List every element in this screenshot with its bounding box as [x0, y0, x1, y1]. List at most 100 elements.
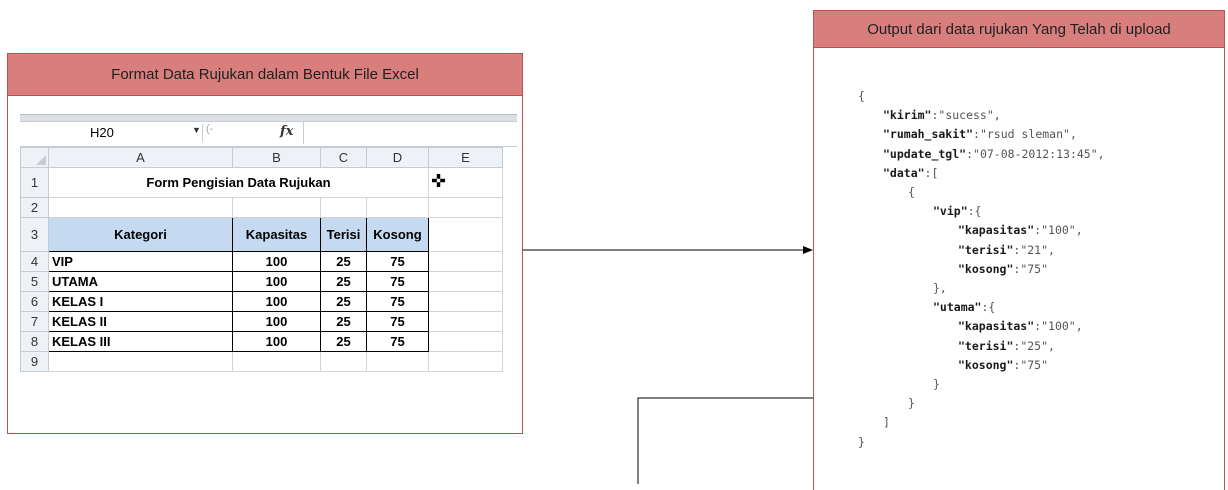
row-header[interactable]: 7	[20, 311, 49, 332]
kategori-cell[interactable]: KELAS II	[48, 311, 233, 332]
json-value: {	[908, 185, 915, 200]
chevron-down-icon[interactable]: ▼	[192, 125, 201, 135]
json-value: }	[908, 396, 915, 411]
cell[interactable]	[320, 197, 367, 218]
column-header[interactable]: C	[320, 147, 367, 168]
cell[interactable]	[320, 351, 367, 372]
table-row: 4 VIP 100 25 75	[20, 251, 503, 272]
kategori-cell[interactable]: UTAMA	[48, 271, 233, 292]
cell[interactable]	[428, 291, 503, 312]
cell[interactable]	[428, 331, 503, 352]
function-icon[interactable]: fx	[280, 124, 293, 139]
name-box-value: H20	[90, 125, 114, 140]
code-line: ]	[858, 413, 1105, 432]
kosong-cell[interactable]: 75	[366, 311, 429, 332]
kapasitas-cell[interactable]: 100	[232, 311, 321, 332]
cell[interactable]	[48, 351, 233, 372]
kapasitas-cell[interactable]: 100	[232, 251, 321, 272]
json-value: :"100",	[1034, 319, 1083, 334]
json-key: "rumah_sakit"	[883, 127, 974, 142]
code-line: "vip":{	[858, 202, 1105, 221]
cell[interactable]	[366, 197, 429, 218]
code-line: "kosong":"75"	[858, 260, 1105, 279]
row-header[interactable]: 1	[20, 167, 49, 198]
json-key: "kapasitas"	[958, 223, 1035, 238]
row-header[interactable]: 4	[20, 251, 49, 272]
cell[interactable]	[428, 197, 503, 218]
header-kosong[interactable]: Kosong	[366, 217, 429, 252]
header-terisi[interactable]: Terisi	[320, 217, 367, 252]
row-header[interactable]: 2	[20, 197, 49, 218]
column-header[interactable]: E	[428, 147, 503, 168]
json-value: :"07-08-2012:13:45",	[966, 146, 1105, 161]
code-line: "kosong":"75"	[858, 356, 1105, 375]
cell[interactable]	[428, 311, 503, 332]
row-header[interactable]: 9	[20, 351, 49, 372]
json-output: {"kirim":"sucess", "rumah_sakit":"rsud sl…	[858, 87, 1105, 452]
json-key: "utama"	[933, 300, 982, 315]
code-line: "terisi":"25",	[858, 337, 1105, 356]
kosong-cell[interactable]: 75	[366, 291, 429, 312]
json-key: "data"	[883, 165, 925, 180]
terisi-cell[interactable]: 25	[320, 331, 367, 352]
kapasitas-cell[interactable]: 100	[232, 291, 321, 312]
json-key: "kirim"	[883, 108, 932, 123]
code-line: "kapasitas":"100",	[858, 317, 1105, 336]
cell[interactable]	[428, 351, 503, 372]
kosong-cell[interactable]: 75	[366, 331, 429, 352]
cell[interactable]	[428, 217, 503, 252]
code-line: "utama":{	[858, 298, 1105, 317]
header-kategori[interactable]: Kategori	[48, 217, 233, 252]
header-kapasitas[interactable]: Kapasitas	[232, 217, 321, 252]
code-line: "kapasitas":"100",	[858, 221, 1105, 240]
json-key: "update_tgl"	[883, 146, 967, 161]
json-value: ]	[883, 415, 890, 430]
table-row: 2	[20, 197, 503, 218]
cell[interactable]	[232, 351, 321, 372]
terisi-cell[interactable]: 25	[320, 271, 367, 292]
kosong-cell[interactable]: 75	[366, 271, 429, 292]
kategori-cell[interactable]: KELAS I	[48, 291, 233, 312]
select-all-corner[interactable]	[20, 147, 49, 168]
row-header[interactable]: 6	[20, 291, 49, 312]
column-header[interactable]: B	[232, 147, 321, 168]
terisi-cell[interactable]: 25	[320, 251, 367, 272]
json-key: "kosong"	[958, 261, 1014, 276]
kategori-cell[interactable]: KELAS III	[48, 331, 233, 352]
output-panel-title: Output dari data rujukan Yang Telah di u…	[814, 11, 1224, 48]
cell[interactable]	[366, 351, 429, 372]
row-header[interactable]: 8	[20, 331, 49, 352]
json-value: :"75"	[1013, 261, 1049, 276]
formula-bar: H20 ▼ (‐ fx	[20, 121, 517, 147]
excel-format-panel: Format Data Rujukan dalam Bentuk File Ex…	[7, 53, 523, 434]
kosong-cell[interactable]: 75	[366, 251, 429, 272]
code-line: "rumah_sakit":"rsud sleman",	[858, 125, 1105, 144]
cell[interactable]	[232, 197, 321, 218]
sheet-table: A B C D E 1 Form Pengisian Data Rujukan …	[20, 147, 503, 372]
column-header-row: A B C D E	[20, 147, 503, 168]
row-header[interactable]: 5	[20, 271, 49, 292]
json-value: },	[933, 281, 947, 296]
json-output-panel: Output dari data rujukan Yang Telah di u…	[813, 10, 1225, 490]
kapasitas-cell[interactable]: 100	[232, 271, 321, 292]
terisi-cell[interactable]: 25	[320, 291, 367, 312]
json-value: :"rsud sleman",	[973, 127, 1077, 142]
splitter-icon[interactable]: (‐	[206, 123, 213, 135]
name-box[interactable]: H20 ▼	[20, 124, 203, 142]
row-header[interactable]: 3	[20, 217, 49, 252]
connector-output-down	[637, 397, 813, 484]
cell[interactable]	[428, 251, 503, 272]
cell[interactable]	[48, 197, 233, 218]
kapasitas-cell[interactable]: 100	[232, 331, 321, 352]
column-header[interactable]: A	[48, 147, 233, 168]
kategori-cell[interactable]: VIP	[48, 251, 233, 272]
form-title: Form Pengisian Data Rujukan	[48, 167, 429, 198]
code-line: "kirim":"sucess",	[858, 106, 1105, 125]
column-header[interactable]: D	[366, 147, 429, 168]
cell[interactable]: ✜	[428, 167, 503, 198]
terisi-cell[interactable]: 25	[320, 311, 367, 332]
cell[interactable]	[428, 271, 503, 292]
json-value: {	[858, 89, 865, 103]
code-line: {	[858, 183, 1105, 202]
ribbon-strip	[20, 114, 517, 121]
